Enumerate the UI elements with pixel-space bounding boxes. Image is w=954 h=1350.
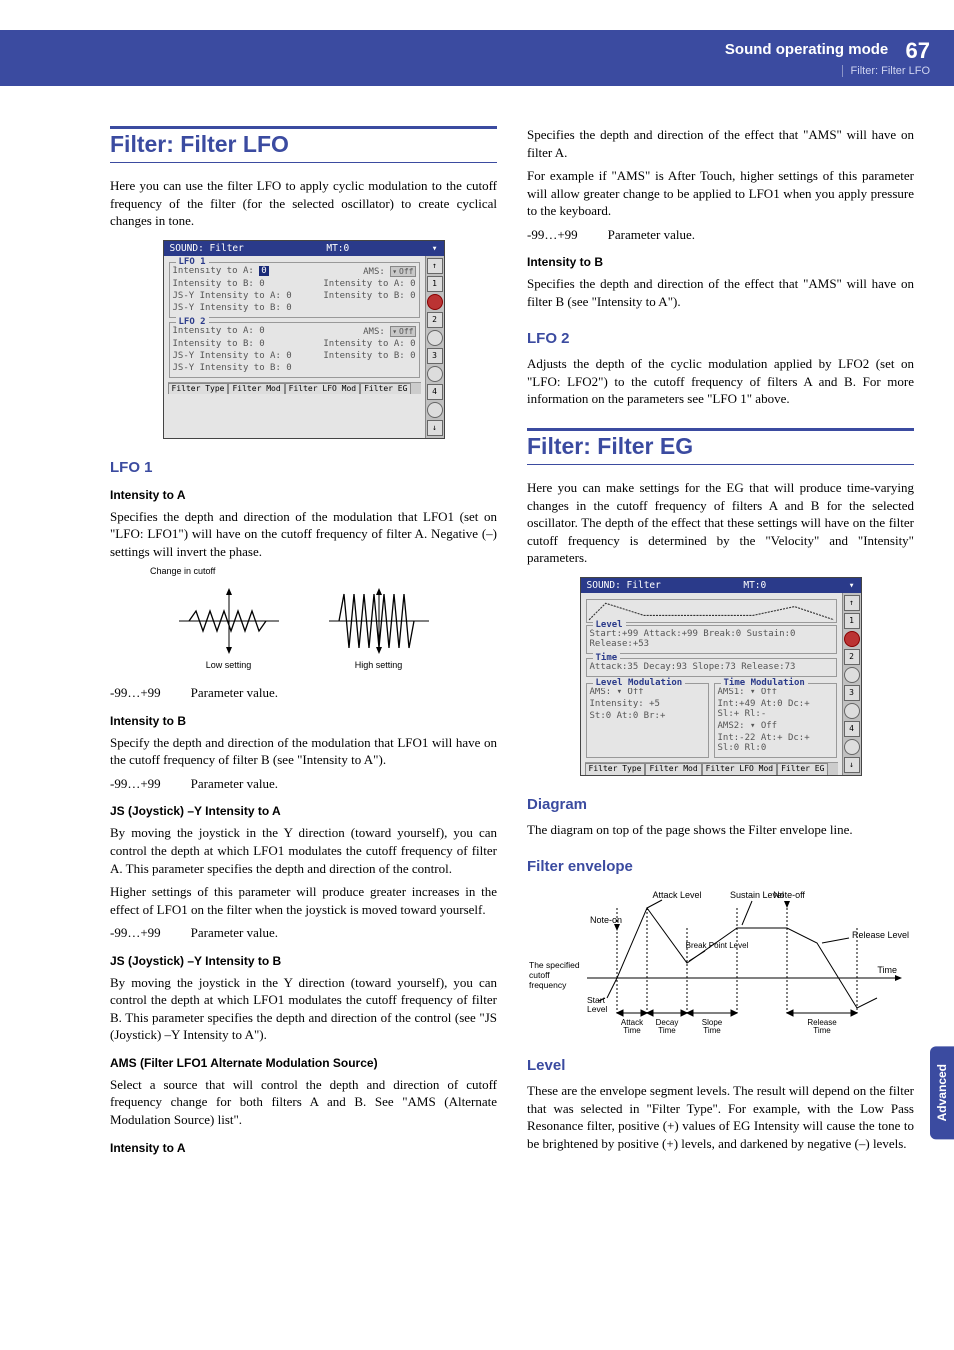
lfo-screenshot: SOUND: Filter MT:0 ▾ LFO 1 Intensity to … bbox=[163, 240, 445, 439]
jsy-b-body: By moving the joystick in the Y directio… bbox=[110, 974, 497, 1044]
filter-lfo-intro: Here you can use the filter LFO to apply… bbox=[110, 177, 497, 230]
ss2-title: SOUND: Filter bbox=[587, 580, 661, 591]
ams-int-a-body1: Specifies the depth and direction of the… bbox=[527, 126, 914, 161]
heading-lfo1: LFO 1 bbox=[110, 459, 497, 476]
page-header: Sound operating mode 67 Filter: Filter L… bbox=[0, 30, 954, 86]
wave-high-icon bbox=[324, 586, 434, 656]
page-number: 67 bbox=[906, 38, 930, 63]
osc-1: 1 bbox=[427, 276, 443, 292]
param-intensity-b: Intensity to B bbox=[110, 714, 497, 728]
svg-text:Release Level: Release Level bbox=[852, 930, 909, 940]
eg-screenshot: SOUND: Filter MT:0 ▾ Level Start:+99 Att… bbox=[580, 577, 862, 776]
svg-text:Attack Level: Attack Level bbox=[652, 890, 701, 900]
param-ams: AMS (Filter LFO1 Alternate Modulation So… bbox=[110, 1056, 497, 1070]
low-setting-label: Low setting bbox=[206, 660, 252, 670]
svg-text:Note-on: Note-on bbox=[590, 915, 622, 925]
param-jsy-b: JS (Joystick) –Y Intensity to B bbox=[110, 954, 497, 968]
svg-text:The specifiedcutofffrequency: The specifiedcutofffrequency bbox=[529, 960, 580, 990]
ss-mt: MT:0 bbox=[326, 243, 349, 254]
jsy-a-body2: Higher settings of this parameter will p… bbox=[110, 883, 497, 918]
tab-filter-type: Filter Type bbox=[168, 383, 229, 395]
tab-filter-mod: Filter Mod bbox=[228, 383, 284, 395]
svg-text:Note-off: Note-off bbox=[773, 890, 805, 900]
param-intensity-a: Intensity to A bbox=[110, 488, 497, 502]
circle-icon bbox=[427, 330, 443, 346]
tab-filter-lfomod: Filter LFO Mod bbox=[285, 383, 360, 395]
ss2-mt: MT:0 bbox=[743, 580, 766, 591]
section-filter-eg: Filter: Filter EG bbox=[527, 428, 914, 465]
diagram-body: The diagram on top of the page shows the… bbox=[527, 821, 914, 839]
envelope-preview-icon bbox=[587, 600, 836, 622]
envelope-diagram: Time Attack Level Sustain bbox=[527, 883, 914, 1037]
range-jsya: -99…+99 bbox=[110, 925, 161, 940]
heading-filter-envelope: Filter envelope bbox=[527, 858, 914, 875]
param-ams-int-a: Intensity to A bbox=[110, 1141, 497, 1155]
osc-2: 2 bbox=[427, 312, 443, 328]
svg-text:DecayTime: DecayTime bbox=[656, 1018, 679, 1033]
header-title: Sound operating mode bbox=[725, 41, 888, 58]
range-a: -99…+99 bbox=[110, 685, 161, 700]
circle-icon bbox=[427, 402, 443, 418]
level-body: These are the envelope segment levels. T… bbox=[527, 1082, 914, 1152]
svg-text:Time: Time bbox=[877, 965, 897, 975]
heading-lfo2: LFO 2 bbox=[527, 330, 914, 347]
svg-text:SlopeTime: SlopeTime bbox=[702, 1018, 723, 1033]
group-lfo1: LFO 1 bbox=[176, 257, 209, 267]
dot-icon bbox=[427, 294, 443, 310]
range-ams-a: -99…+99 bbox=[527, 227, 578, 242]
wave-low-icon bbox=[174, 586, 284, 656]
osc-3: 3 bbox=[427, 348, 443, 364]
header-subtitle: Filter: Filter LFO bbox=[842, 65, 930, 77]
side-tab-advanced: Advanced bbox=[930, 1046, 954, 1139]
dot-icon bbox=[844, 631, 860, 647]
intensity-b-body: Specify the depth and direction of the m… bbox=[110, 734, 497, 769]
heading-level: Level bbox=[527, 1057, 914, 1074]
section-filter-lfo: Filter: Filter LFO bbox=[110, 126, 497, 163]
dropdown-icon: ▾ bbox=[432, 243, 438, 254]
filter-eg-intro: Here you can make settings for the EG th… bbox=[527, 479, 914, 567]
tab-filter-eg: Filter EG bbox=[360, 383, 411, 395]
param-ams-int-b: Intensity to B bbox=[527, 255, 914, 269]
svg-text:Break Point Level: Break Point Level bbox=[686, 941, 749, 950]
heading-diagram: Diagram bbox=[527, 796, 914, 813]
circle-icon bbox=[427, 366, 443, 382]
dropdown-icon: ▾ bbox=[849, 580, 855, 591]
range-b: -99…+99 bbox=[110, 776, 161, 791]
ss-title-text: SOUND: Filter bbox=[170, 243, 244, 254]
cutoff-label: Change in cutoff bbox=[150, 566, 497, 576]
scroll-up-icon: ↑ bbox=[844, 595, 860, 611]
ams-body: Select a source that will control the de… bbox=[110, 1076, 497, 1129]
lfo2-body: Adjusts the depth of the cyclic modulati… bbox=[527, 355, 914, 408]
intensity-a-body: Specifies the depth and direction of the… bbox=[110, 508, 497, 561]
scroll-down-icon: ↓ bbox=[844, 757, 860, 773]
ams-int-b-body: Specifies the depth and direction of the… bbox=[527, 275, 914, 310]
scroll-down-icon: ↓ bbox=[427, 420, 443, 436]
param-jsy-a: JS (Joystick) –Y Intensity to A bbox=[110, 804, 497, 818]
group-lfo2: LFO 2 bbox=[176, 317, 209, 327]
svg-text:ReleaseTime: ReleaseTime bbox=[807, 1018, 837, 1033]
scroll-up-icon: ↑ bbox=[427, 258, 443, 274]
svg-text:AttackTime: AttackTime bbox=[621, 1018, 644, 1033]
high-setting-label: High setting bbox=[355, 660, 403, 670]
wave-diagrams: Low setting High setting bbox=[110, 586, 497, 670]
jsy-a-body1: By moving the joystick in the Y directio… bbox=[110, 824, 497, 877]
ams-int-a-body2: For example if "AMS" is After Touch, hig… bbox=[527, 167, 914, 220]
osc-4: 4 bbox=[427, 384, 443, 400]
